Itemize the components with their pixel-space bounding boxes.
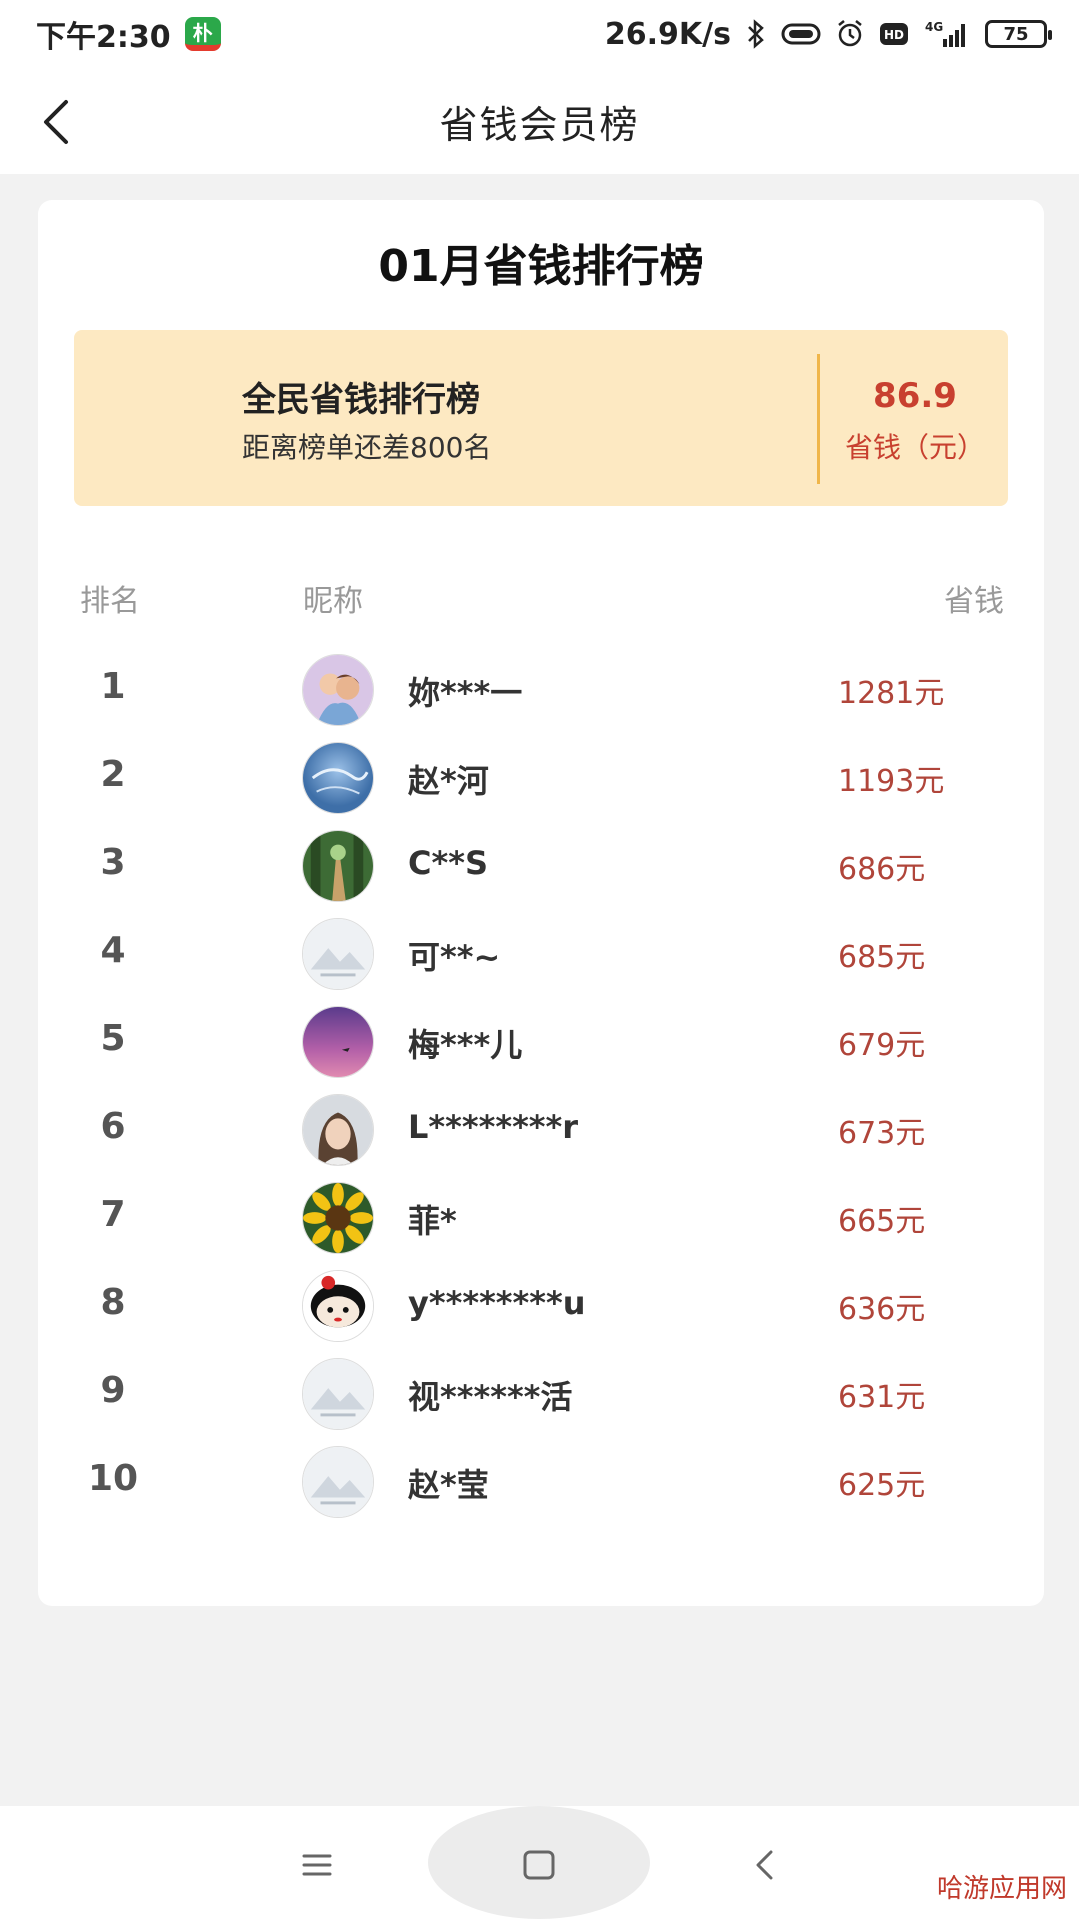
ranking-card: 01月省钱排行榜 全民省钱排行榜 距离榜单还差800名 86.9 省钱（元） 排…: [38, 200, 1044, 1606]
vibrate-icon: [781, 21, 821, 47]
avatar: [302, 918, 374, 990]
saved-amount: 685元: [838, 940, 926, 975]
hd-icon: HD: [879, 21, 909, 47]
header-nickname: 昵称: [303, 584, 363, 619]
avatar: [302, 1446, 374, 1518]
signal-icon: 4G: [923, 19, 971, 49]
status-right: 26.9K/s HD 4G 75: [604, 16, 1052, 52]
avatar: [302, 1094, 374, 1166]
saved-amount: 631元: [838, 1380, 926, 1415]
status-left: 下午2:30 朴: [36, 12, 221, 56]
alarm-icon: [835, 19, 865, 49]
ranking-row: 9 视******活 631元: [38, 1350, 1044, 1438]
header-rank: 排名: [80, 584, 140, 619]
ranking-row: 3 C**S 686元: [38, 822, 1044, 910]
network-speed: 26.9K/s: [604, 16, 731, 52]
ranking-row: 2 赵*河 1193元: [38, 734, 1044, 822]
saved-amount: 1193元: [838, 764, 945, 799]
rank-number: 5: [100, 1018, 126, 1059]
avatar: [302, 1182, 374, 1254]
ranking-row: 7 菲* 665元: [38, 1174, 1044, 1262]
rank-number: 1: [100, 666, 126, 707]
system-nav-bar: 哈游应用网: [0, 1806, 1079, 1919]
nickname: C**S: [408, 844, 488, 882]
rank-number: 8: [100, 1282, 126, 1323]
avatar: [302, 742, 374, 814]
nickname: 赵*莹: [408, 1466, 489, 1504]
nickname: 赵*河: [408, 762, 489, 800]
app-notification-icon: 朴: [184, 17, 221, 51]
saved-amount: 625元: [838, 1468, 926, 1503]
square-icon: [523, 1850, 555, 1880]
my-saved-label: 省钱（元）: [844, 431, 985, 464]
ranking-row: 1 妳***一 1281元: [38, 646, 1044, 734]
rank-number: 7: [100, 1194, 126, 1235]
ranking-list: 1 妳***一 1281元 2 赵*河 1193元 3 C**S 686元 4: [38, 646, 1044, 1526]
ranking-row: 8 y********u 636元: [38, 1262, 1044, 1350]
bluetooth-icon: [745, 19, 767, 49]
svg-text:4G: 4G: [925, 20, 943, 34]
avatar: [302, 1358, 374, 1430]
avatar: [302, 1006, 374, 1078]
svg-text:HD: HD: [884, 28, 904, 42]
nickname: 可**~: [408, 938, 501, 976]
rank-number: 4: [100, 930, 126, 971]
nickname: 梅***儿: [408, 1026, 523, 1064]
ranking-row: 10 赵*莹 625元: [38, 1438, 1044, 1526]
page-title: 省钱会员榜: [439, 102, 640, 147]
table-header: 排名 昵称 省钱: [38, 576, 1044, 626]
menu-button[interactable]: [292, 1840, 342, 1890]
nav-back-button[interactable]: [740, 1840, 790, 1890]
battery-icon: 75: [985, 20, 1052, 48]
app-header: 省钱会员榜: [0, 68, 1079, 174]
summary-subtitle: 距离榜单还差800名: [242, 431, 492, 464]
chevron-left-icon: [756, 1850, 773, 1880]
avatar: [302, 830, 374, 902]
saved-amount: 636元: [838, 1292, 926, 1327]
nickname: L********r: [408, 1108, 579, 1146]
summary-title: 全民省钱排行榜: [242, 380, 480, 420]
nickname: 视******活: [408, 1378, 573, 1416]
chevron-left-icon: [44, 100, 68, 144]
saved-amount: 673元: [838, 1116, 926, 1151]
avatar: [302, 654, 374, 726]
back-button[interactable]: [38, 98, 78, 146]
status-time: 下午2:30: [36, 20, 171, 55]
saved-amount: 686元: [838, 852, 926, 887]
ranking-row: 5 梅***儿 679元: [38, 998, 1044, 1086]
nickname: y********u: [408, 1284, 586, 1322]
saved-amount: 1281元: [838, 676, 945, 711]
rank-number: 10: [87, 1458, 139, 1499]
rank-number: 2: [100, 754, 126, 795]
status-bar: 下午2:30 朴 26.9K/s HD 4G 75: [0, 0, 1079, 68]
header-saved: 省钱: [944, 584, 1004, 619]
nickname: 菲*: [408, 1202, 457, 1240]
summary-banner: 全民省钱排行榜 距离榜单还差800名 86.9 省钱（元）: [74, 330, 1008, 506]
my-saved-value: 86.9: [873, 376, 957, 416]
menu-icon: [302, 1854, 332, 1876]
ranking-row: 4 可**~ 685元: [38, 910, 1044, 998]
saved-amount: 679元: [838, 1028, 926, 1063]
nickname: 妳***一: [408, 674, 523, 712]
avatar: [302, 1270, 374, 1342]
rank-number: 3: [100, 842, 126, 883]
ranking-row: 6 L********r 673元: [38, 1086, 1044, 1174]
card-title: 01月省钱排行榜: [378, 241, 704, 292]
watermark: 哈游应用网: [936, 1874, 1067, 1904]
saved-amount: 665元: [838, 1204, 926, 1239]
rank-number: 9: [100, 1370, 126, 1411]
rank-number: 6: [100, 1106, 126, 1147]
home-button[interactable]: [514, 1840, 564, 1890]
